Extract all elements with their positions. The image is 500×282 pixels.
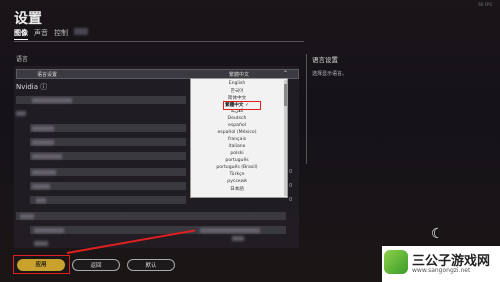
blurred-text (32, 154, 62, 159)
blurred-text (32, 98, 72, 103)
language-option[interactable]: 한국어 (191, 88, 283, 94)
blurred-text (20, 214, 34, 219)
language-option[interactable]: português (Brasil) (191, 165, 283, 170)
help-title: 语言设置 (312, 56, 338, 64)
panel-divider (306, 54, 307, 164)
fps-counter: 60 FPS (478, 2, 492, 7)
chevron-up-icon[interactable]: ⌃ (283, 70, 288, 77)
blurred-text (16, 111, 26, 116)
return-button[interactable]: 返回 (72, 259, 120, 271)
blurred-text (32, 184, 50, 189)
value-zero: 0 (289, 197, 293, 203)
blurred-text (34, 228, 64, 233)
page-title: 设置 (14, 11, 42, 27)
blurred-text (32, 140, 54, 145)
language-option[interactable]: русский (191, 179, 283, 184)
blurred-text (32, 126, 54, 131)
moon-icon: ☾ (431, 226, 444, 242)
setting-row[interactable] (16, 212, 286, 220)
tab-sound[interactable]: 声音 (34, 28, 48, 40)
language-option[interactable]: Türkçe (191, 172, 283, 177)
selection-highlight-box (223, 101, 261, 110)
language-option[interactable]: español (191, 123, 283, 128)
language-setting-value: 繁體中文 (229, 72, 250, 78)
value-zero: 0 (289, 169, 293, 175)
dropdown-scroll-thumb[interactable] (284, 84, 287, 106)
tab-blurred[interactable] (74, 28, 88, 35)
language-dropdown[interactable]: English 한국어 简体中文 繁體中文 ✓ العربية Deutsch … (190, 78, 288, 198)
android-logo-icon (384, 250, 408, 274)
language-option[interactable]: Deutsch (191, 116, 283, 121)
blurred-text (34, 241, 48, 246)
watermark-url: www.sangongzi.net (412, 267, 471, 274)
default-button[interactable]: 默认 (127, 259, 175, 271)
help-description: 选择显示语言。 (312, 71, 348, 77)
setting-row[interactable] (30, 196, 186, 204)
tab-controls[interactable]: 控制 (54, 28, 68, 40)
nvidia-label: Nvidia ⓘ (16, 83, 48, 91)
blurred-text (36, 198, 46, 203)
language-option[interactable]: français (191, 137, 283, 142)
value-zero: 0 (289, 183, 293, 189)
section-label-language: 语言 (16, 56, 29, 63)
language-option[interactable]: English (191, 81, 283, 86)
language-option[interactable]: español (México) (191, 130, 283, 135)
blurred-text (200, 228, 260, 233)
blurred-text (32, 170, 56, 175)
setting-row[interactable] (30, 182, 186, 190)
language-option[interactable]: polski (191, 151, 283, 156)
tab-graphics[interactable]: 图像 (14, 28, 28, 40)
tab-divider (14, 41, 304, 42)
blurred-text (232, 236, 244, 241)
language-option[interactable]: italiano (191, 144, 283, 149)
info-icon: ⓘ (40, 83, 48, 91)
language-option[interactable]: português (191, 158, 283, 163)
apply-button[interactable]: 应用 (17, 259, 65, 271)
tab-bar: 图像 声音 控制 (14, 28, 88, 40)
language-setting-label: 语言设置 (37, 72, 58, 78)
language-option[interactable]: 日本語 (191, 186, 283, 192)
